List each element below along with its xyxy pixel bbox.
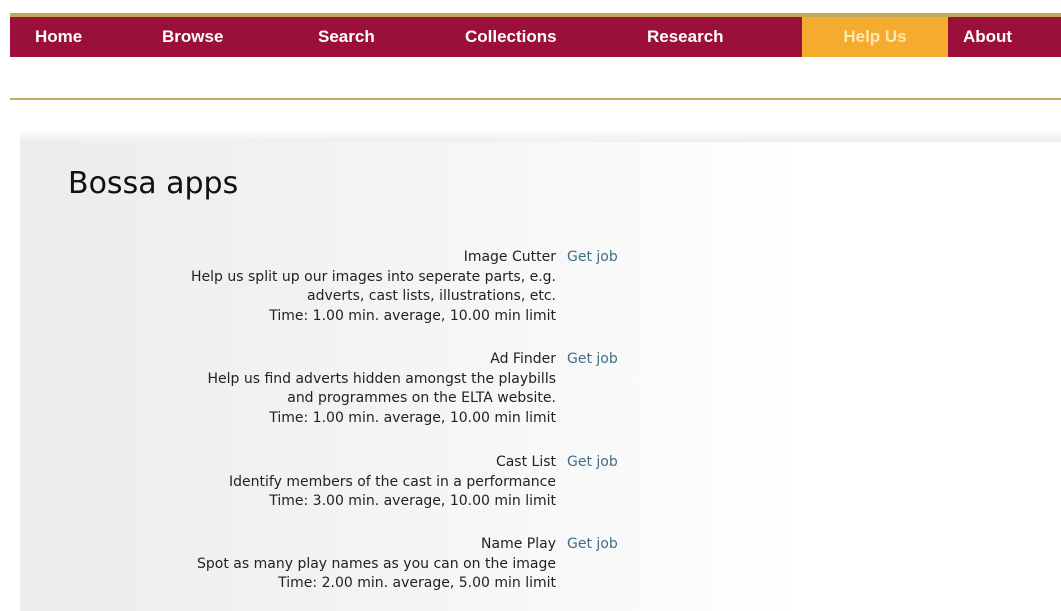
app-description-line: and programmes on the ELTA website.	[287, 390, 556, 406]
app-name: Ad Finder	[490, 351, 556, 367]
nav-about[interactable]: About	[963, 17, 1012, 57]
nav-help-us[interactable]: Help Us	[802, 17, 948, 57]
nav-collections[interactable]: Collections	[465, 17, 557, 57]
app-description-line: Identify members of the cast in a perfor…	[229, 473, 556, 490]
app-time: Time: 1.00 min. average, 10.00 min limit	[269, 409, 556, 426]
app-item-name-play: Name Play Spot as many play names as you…	[20, 535, 556, 594]
app-name: Name Play	[481, 536, 556, 552]
get-job-link-image-cutter[interactable]: Get job	[567, 248, 618, 268]
app-time: Time: 3.00 min. average, 10.00 min limit	[269, 493, 556, 509]
nav-browse[interactable]: Browse	[162, 17, 223, 57]
app-description-line: Help us split up our images into seperat…	[191, 268, 556, 285]
app-time: Time: 1.00 min. average, 10.00 min limit	[269, 307, 556, 324]
app-description-line: adverts, cast lists, illustrations, etc.	[307, 288, 556, 304]
app-name: Image Cutter	[463, 249, 556, 265]
app-time: Time: 2.00 min. average, 5.00 min limit	[278, 575, 556, 591]
nav-search[interactable]: Search	[318, 17, 375, 57]
app-item-cast-list: Cast List Identify members of the cast i…	[20, 453, 556, 512]
app-description-line: Spot as many play names as you can on th…	[197, 555, 556, 572]
app-item-ad-finder: Ad Finder Help us find adverts hidden am…	[20, 350, 556, 428]
get-job-link-cast-list[interactable]: Get job	[567, 453, 618, 473]
nav-research[interactable]: Research	[647, 17, 724, 57]
app-name: Cast List	[495, 454, 556, 470]
page-title: Bossa apps	[68, 166, 239, 201]
app-item-image-cutter: Image Cutter Help us split up our images…	[20, 248, 556, 326]
main-nav-bar: Home Browse Search Collections Research …	[10, 13, 1061, 57]
nav-home[interactable]: Home	[35, 17, 82, 57]
get-job-link-ad-finder[interactable]: Get job	[567, 350, 618, 370]
nav-divider	[10, 98, 1061, 100]
app-description-line: Help us find adverts hidden amongst the …	[207, 370, 556, 387]
get-job-link-name-play[interactable]: Get job	[567, 535, 618, 555]
